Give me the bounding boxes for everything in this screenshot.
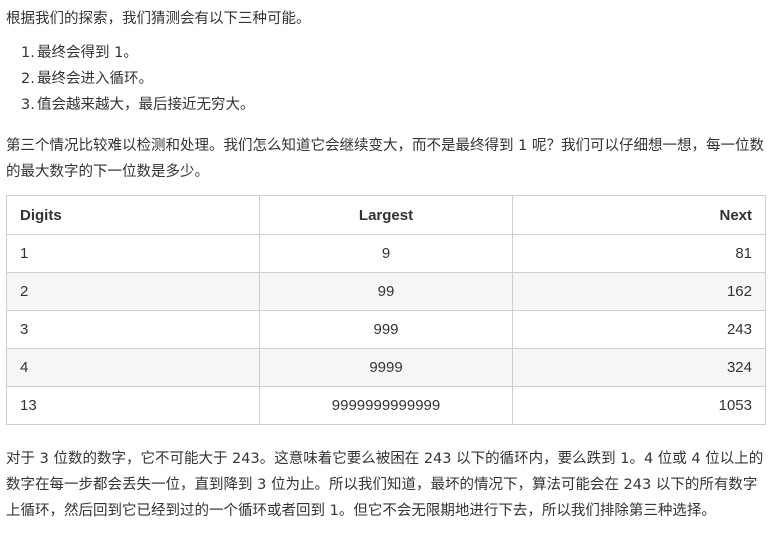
cell-digits: 4 bbox=[6, 348, 260, 387]
cell-largest: 99 bbox=[259, 272, 513, 311]
list-item-text: 最终会进入循环。 bbox=[37, 71, 153, 87]
list-number: 3. bbox=[21, 97, 35, 113]
cell-digits: 13 bbox=[6, 386, 260, 425]
cell-largest: 9999 bbox=[259, 348, 513, 387]
cell-next: 243 bbox=[512, 310, 766, 349]
list-number: 2. bbox=[21, 71, 35, 87]
cell-largest: 999 bbox=[259, 310, 513, 349]
header-next: Next bbox=[512, 195, 766, 235]
possibilities-list: 1. 最终会得到 1。 2. 最终会进入循环。 3. 值会越来越大，最后接近无穷大。 bbox=[6, 40, 255, 118]
digits-table: Digits Largest Next 1 9 81 2 99 162 3 99… bbox=[6, 195, 766, 425]
table-row: 3 999 243 bbox=[6, 310, 766, 349]
cell-next: 324 bbox=[512, 348, 766, 387]
header-largest: Largest bbox=[259, 195, 513, 235]
intro-paragraph: 根据我们的探索，我们猜测会有以下三种可能。 bbox=[6, 11, 311, 27]
list-item-text: 最终会得到 1。 bbox=[37, 45, 138, 61]
cell-digits: 2 bbox=[6, 272, 260, 311]
table-row: 2 99 162 bbox=[6, 272, 766, 311]
table-row: 1 9 81 bbox=[6, 234, 766, 273]
cell-digits: 1 bbox=[6, 234, 260, 273]
cell-next: 81 bbox=[512, 234, 766, 273]
list-item-text: 值会越来越大，最后接近无穷大。 bbox=[37, 97, 255, 113]
list-number: 1. bbox=[21, 45, 35, 61]
list-item: 1. 最终会得到 1。 bbox=[21, 40, 255, 66]
table-row: 4 9999 324 bbox=[6, 348, 766, 387]
cell-next: 162 bbox=[512, 272, 766, 311]
table-row: 13 9999999999999 1053 bbox=[6, 386, 766, 425]
list-item: 2. 最终会进入循环。 bbox=[21, 66, 255, 92]
cell-digits: 3 bbox=[6, 310, 260, 349]
list-item: 3. 值会越来越大，最后接近无穷大。 bbox=[21, 92, 255, 118]
header-digits: Digits bbox=[6, 195, 260, 235]
conclusion-paragraph: 对于 3 位数的数字，它不可能大于 243。这意味着它要么被困在 243 以下的… bbox=[6, 451, 764, 519]
table-header-row: Digits Largest Next bbox=[6, 195, 766, 235]
cell-largest: 9999999999999 bbox=[259, 386, 513, 425]
cell-largest: 9 bbox=[259, 234, 513, 273]
cell-next: 1053 bbox=[512, 386, 766, 425]
analysis-paragraph: 第三个情况比较难以检测和处理。我们怎么知道它会继续变大，而不是最终得到 1 呢？… bbox=[6, 138, 764, 180]
